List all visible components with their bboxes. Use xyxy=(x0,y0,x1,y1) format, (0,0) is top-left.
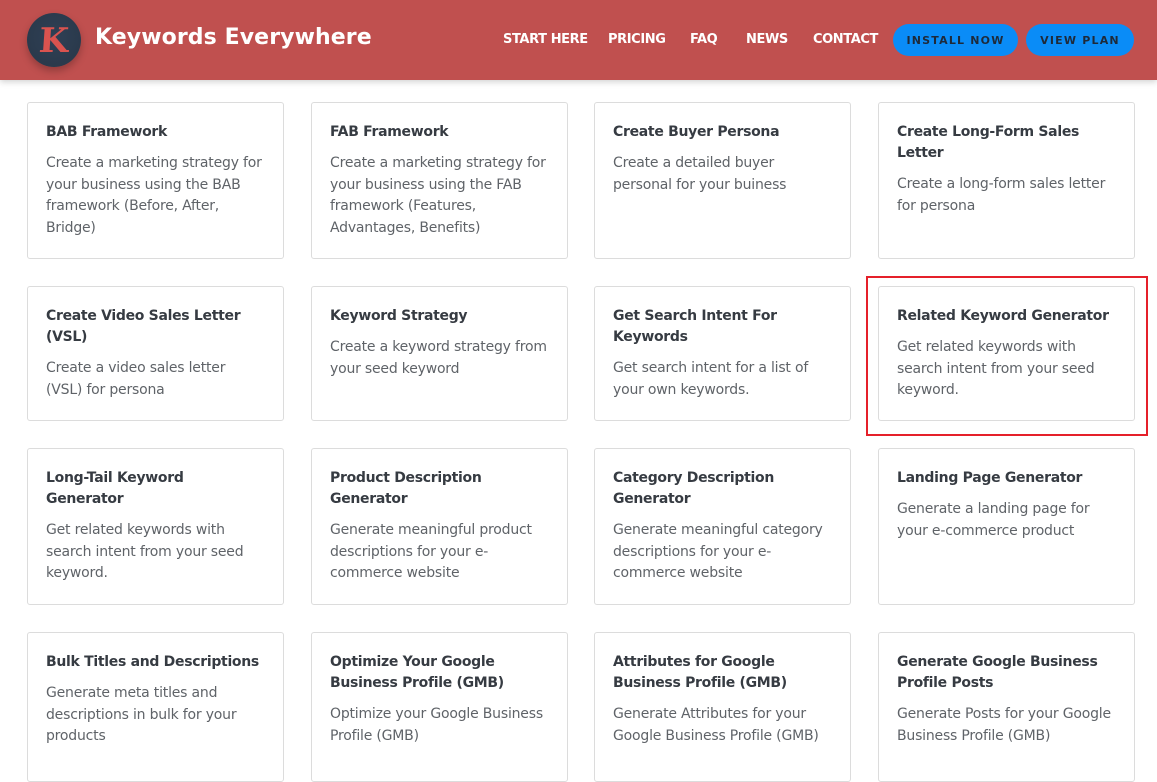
site-header: K Keywords Everywhere START HERE PRICING… xyxy=(0,0,1157,80)
brand-name[interactable]: Keywords Everywhere xyxy=(95,25,372,50)
tool-card[interactable]: Generate Google Business Profile Posts Ge… xyxy=(878,632,1135,782)
tool-card-grid: BAB Framework Create a marketing strategy… xyxy=(0,0,1157,782)
card-title: Create Video Sales Letter (VSL) xyxy=(46,308,241,345)
nav-pricing[interactable]: PRICING xyxy=(608,32,666,47)
card-description: Create a keyword strategy from your seed… xyxy=(330,339,547,377)
card-title: Create Long-Form Sales Letter xyxy=(897,124,1080,161)
card-title: Related Keyword Generator xyxy=(897,308,1109,324)
tool-card[interactable]: Create Long-Form Sales Letter Create a lo… xyxy=(878,102,1135,259)
tool-card[interactable]: Long-Tail Keyword Generator Get related k… xyxy=(27,448,284,605)
tool-card[interactable]: Optimize Your Google Business Profile (G… xyxy=(311,632,568,782)
card-description: Optimize your Google Business Profile (G… xyxy=(330,706,543,744)
tool-card[interactable]: Product Description Generator Generate me… xyxy=(311,448,568,605)
logo-k-icon: K xyxy=(37,20,71,61)
card-description: Create a detailed buyer personal for you… xyxy=(613,155,787,193)
card-title: Product Description Generator xyxy=(330,470,482,507)
nav-contact[interactable]: CONTACT xyxy=(813,32,878,47)
card-description: Generate Attributes for your Google Busi… xyxy=(613,706,819,744)
card-description: Generate meaningful product descriptions… xyxy=(330,522,532,581)
card-description: Generate meta titles and descriptions in… xyxy=(46,685,237,744)
tool-card[interactable]: Create Buyer Persona Create a detailed bu… xyxy=(594,102,851,259)
tool-card[interactable]: Related Keyword Generator Get related key… xyxy=(878,286,1135,421)
card-description: Generate Posts for your Google Business … xyxy=(897,706,1111,744)
card-title: Bulk Titles and Descriptions xyxy=(46,654,259,670)
nav-news[interactable]: NEWS xyxy=(746,32,788,47)
card-description: Create a marketing strategy for your bus… xyxy=(330,155,546,236)
tool-card[interactable]: Keyword Strategy Create a keyword strateg… xyxy=(311,286,568,421)
tool-card[interactable]: Bulk Titles and Descriptions Generate met… xyxy=(27,632,284,782)
card-description: Create a video sales letter (VSL) for pe… xyxy=(46,360,226,398)
card-title: Long-Tail Keyword Generator xyxy=(46,470,184,507)
card-title: Attributes for Google Business Profile (… xyxy=(613,654,787,691)
card-description: Generate a landing page for your e-comme… xyxy=(897,501,1090,539)
view-plan-button[interactable]: VIEW PLAN xyxy=(1026,24,1134,56)
card-title: Get Search Intent For Keywords xyxy=(613,308,777,345)
card-title: Landing Page Generator xyxy=(897,470,1083,486)
logo[interactable]: K xyxy=(27,13,81,67)
card-description: Get search intent for a list of your own… xyxy=(613,360,809,398)
tool-card[interactable]: Landing Page Generator Generate a landing… xyxy=(878,448,1135,605)
card-title: FAB Framework xyxy=(330,124,449,140)
card-description: Generate meaningful category description… xyxy=(613,522,823,581)
card-title: Category Description Generator xyxy=(613,470,775,507)
tool-card[interactable]: Category Description Generator Generate m… xyxy=(594,448,851,605)
tool-card[interactable]: BAB Framework Create a marketing strategy… xyxy=(27,102,284,259)
tool-card[interactable]: Get Search Intent For Keywords Get search… xyxy=(594,286,851,421)
tool-card[interactable]: FAB Framework Create a marketing strategy… xyxy=(311,102,568,259)
card-title: Create Buyer Persona xyxy=(613,124,780,140)
card-description: Get related keywords with search intent … xyxy=(46,522,244,581)
nav-faq[interactable]: FAQ xyxy=(690,32,718,47)
install-now-button[interactable]: INSTALL NOW xyxy=(893,24,1018,56)
card-title: Optimize Your Google Business Profile (G… xyxy=(330,654,504,691)
card-description: Create a long-form sales letter for pers… xyxy=(897,176,1106,214)
card-title: Generate Google Business Profile Posts xyxy=(897,654,1098,691)
tool-card[interactable]: Create Video Sales Letter (VSL) Create a … xyxy=(27,286,284,421)
nav-start-here[interactable]: START HERE xyxy=(503,32,588,47)
card-title: Keyword Strategy xyxy=(330,308,468,324)
card-description: Create a marketing strategy for your bus… xyxy=(46,155,262,236)
card-description: Get related keywords with search intent … xyxy=(897,339,1095,398)
card-title: BAB Framework xyxy=(46,124,168,140)
tool-card[interactable]: Attributes for Google Business Profile (… xyxy=(594,632,851,782)
